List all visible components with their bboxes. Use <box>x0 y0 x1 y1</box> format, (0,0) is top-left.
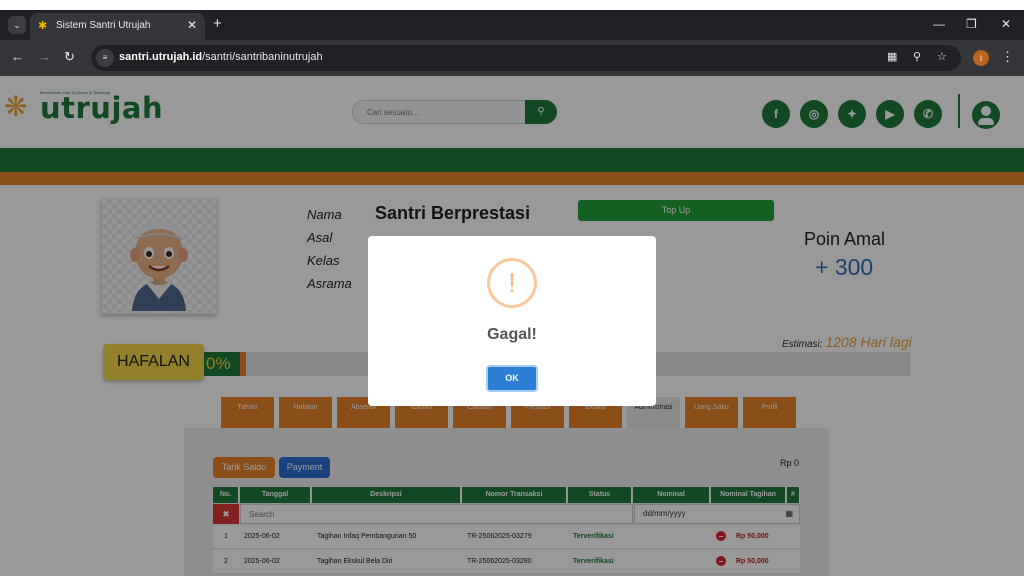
translate-icon[interactable]: ▦ <box>887 50 897 63</box>
window-close-icon[interactable]: ✕ <box>1001 17 1011 31</box>
minimize-icon[interactable]: — <box>933 17 945 31</box>
bookmark-star-icon[interactable]: ☆ <box>937 50 947 63</box>
ok-button[interactable]: OK <box>486 365 538 392</box>
forward-icon[interactable]: → <box>38 50 51 64</box>
page: ❋ Berkhidmat untuk Al-Quran & Teknologi … <box>0 76 1024 576</box>
tab-search-icon[interactable]: ⌄ <box>8 16 26 34</box>
reload-icon[interactable]: ↻ <box>64 50 75 64</box>
tab-title: Sistem Santri Utrujah <box>56 20 151 31</box>
dialog-title: Gagal! <box>487 326 537 343</box>
address-bar[interactable]: ≡ santri.utrujah.id/santri/santribaninut… <box>91 45 961 71</box>
new-tab-icon[interactable]: + <box>213 16 222 32</box>
tab-close-icon[interactable]: ✕ <box>187 18 197 32</box>
screen: ⌄ ✱ Sistem Santri Utrujah ✕ + — ❐ ✕ ← → … <box>0 0 1024 576</box>
browser-toolbar: ← → ↻ ≡ santri.utrujah.id/santri/santrib… <box>0 40 1024 76</box>
browser-tab[interactable]: ✱ Sistem Santri Utrujah ✕ <box>30 13 205 40</box>
browser-tab-strip: ⌄ ✱ Sistem Santri Utrujah ✕ + — ❐ ✕ <box>0 10 1024 40</box>
browser-profile-icon[interactable]: i <box>973 50 989 66</box>
url-text[interactable]: santri.utrujah.id/santri/santribaninutru… <box>119 51 323 63</box>
back-icon[interactable]: ← <box>11 50 24 64</box>
site-favicon-icon: ✱ <box>38 20 48 32</box>
alert-dialog: ! Gagal! OK <box>368 236 656 406</box>
warning-icon: ! <box>487 258 537 308</box>
site-info-icon[interactable]: ≡ <box>96 49 114 67</box>
browser-menu-icon[interactable]: ⋮ <box>1001 49 1014 65</box>
restore-icon[interactable]: ❐ <box>966 17 977 31</box>
zoom-icon[interactable]: ⚲ <box>913 50 921 63</box>
